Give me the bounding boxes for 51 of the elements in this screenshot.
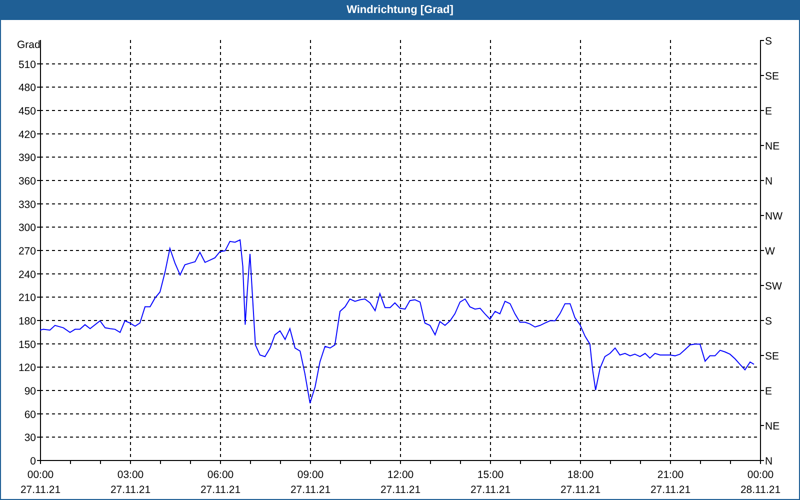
compass-axis-label: W	[765, 246, 775, 258]
compass-axis-label: S	[765, 36, 772, 48]
x-axis-label: 00:00	[747, 469, 774, 481]
y-axis-label: 330	[18, 198, 36, 211]
x-axis-label: 15:00	[477, 469, 504, 481]
compass-axis-label: N	[765, 456, 773, 468]
y-axis-label: 450	[18, 106, 36, 118]
x-axis-date: 27.11.21	[110, 484, 151, 496]
x-axis-label: 21:00	[657, 469, 684, 481]
y-axis-title: Grad	[17, 39, 40, 51]
y-axis-label: 390	[18, 152, 36, 164]
x-axis-date: 27.11.21	[290, 484, 331, 496]
x-axis-date: 27.11.21	[560, 484, 601, 496]
y-axis-label: 210	[18, 292, 36, 304]
x-axis-label: 18:00	[567, 469, 594, 481]
y-axis-label: 420	[18, 128, 36, 141]
compass-axis-label: NE	[765, 140, 780, 152]
compass-axis-label: S	[765, 316, 772, 328]
compass-axis-label: E	[765, 106, 772, 118]
x-axis-label: 09:00	[297, 469, 324, 481]
compass-axis-label: SW	[765, 280, 782, 292]
compass-axis-label: NW	[765, 210, 782, 222]
compass-axis-label: NE	[765, 420, 780, 432]
y-axis-label: 30	[24, 432, 36, 444]
x-axis-date: 27.11.21	[650, 484, 691, 496]
x-axis-label: 06:00	[207, 469, 234, 481]
compass-axis-label: SE	[765, 70, 780, 82]
y-axis-label: 90	[24, 386, 36, 398]
compass-axis-label: SE	[765, 350, 780, 362]
y-axis-label: 270	[18, 246, 36, 258]
window-title: Windrichtung [Grad]	[346, 2, 454, 18]
y-axis-label: 510	[18, 58, 36, 71]
y-axis-label: 60	[24, 408, 36, 421]
x-axis-date: 27.11.21	[200, 484, 241, 496]
x-axis-label: 00:00	[27, 469, 54, 481]
y-axis-label: 360	[18, 176, 36, 188]
compass-axis-label: E	[765, 386, 772, 398]
x-axis-date: 27.11.21	[20, 484, 61, 496]
y-axis-label: 150	[18, 338, 36, 351]
y-axis-label: 120	[18, 362, 36, 374]
x-axis-date: 27.11.21	[380, 484, 421, 496]
x-axis-date: 28.11.21	[740, 484, 781, 496]
x-axis-date: 27.11.21	[470, 484, 511, 496]
compass-axis-label: N	[765, 176, 773, 188]
y-axis-label: 180	[18, 316, 36, 328]
y-axis-label: 0	[30, 456, 36, 468]
x-axis-label: 03:00	[117, 469, 144, 481]
y-axis-label: 300	[18, 222, 36, 234]
x-axis-label: 12:00	[387, 469, 414, 481]
y-axis-label: 480	[18, 82, 36, 94]
y-axis-label: 240	[18, 268, 36, 281]
